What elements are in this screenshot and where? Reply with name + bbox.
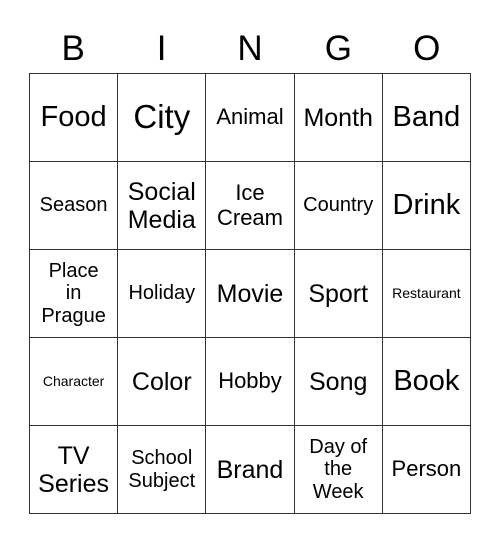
bingo-cell[interactable]: Drink [382,162,471,250]
bingo-cell[interactable]: Hobby [206,338,295,426]
bingo-header: B I N G O [29,24,471,74]
bingo-cell[interactable]: Color [118,338,207,426]
header-letter-i: I [156,29,167,68]
bingo-cell[interactable]: Character [30,338,119,426]
bingo-cell[interactable]: Restaurant [382,250,471,338]
bingo-cell[interactable]: Social Media [118,162,207,250]
bingo-cell[interactable]: City [118,74,207,162]
bingo-cell[interactable]: Day of the Week [294,426,383,514]
bingo-cell[interactable]: Ice Cream [206,162,295,250]
bingo-cell[interactable]: Brand [206,426,295,514]
bingo-cell[interactable]: Country [294,162,383,250]
bingo-cell[interactable]: Season [30,162,119,250]
header-letter-b: B [61,29,85,68]
bingo-cell[interactable]: TV Series [30,426,119,514]
bingo-cell[interactable]: Animal [206,74,295,162]
header-letter-n: N [237,29,263,68]
bingo-cell[interactable]: Sport [294,250,383,338]
bingo-cell[interactable]: Band [382,74,471,162]
bingo-cell[interactable]: Book [382,338,471,426]
header-letter-g: G [324,29,352,68]
bingo-cell[interactable]: Holiday [118,250,207,338]
bingo-grid: Food City Animal Month Band Season Socia… [29,73,471,514]
bingo-cell[interactable]: Movie [206,250,295,338]
bingo-cell[interactable]: Person [382,426,471,514]
bingo-cell[interactable]: Food [30,74,119,162]
bingo-cell[interactable]: School Subject [118,426,207,514]
bingo-cell[interactable]: Month [294,74,383,162]
header-letter-o: O [413,29,441,68]
bingo-cell[interactable]: Place in Prague [30,250,119,338]
bingo-cell[interactable]: Song [294,338,383,426]
